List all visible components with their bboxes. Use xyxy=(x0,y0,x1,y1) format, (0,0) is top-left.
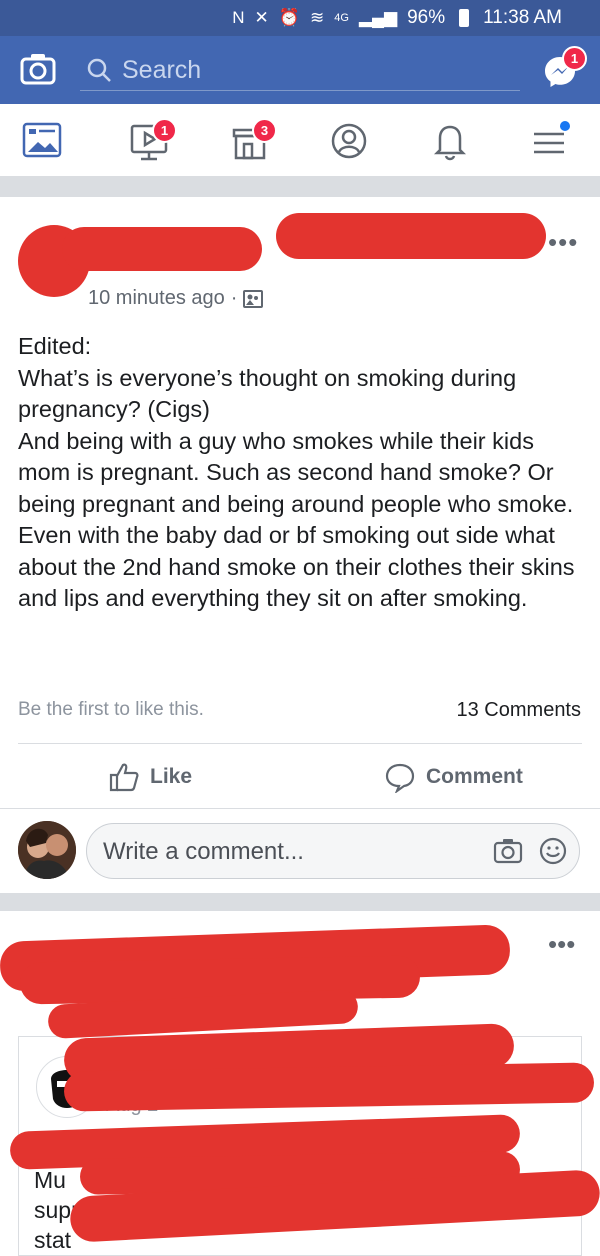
clock: 11:38 AM xyxy=(483,7,562,28)
menu-icon xyxy=(534,121,570,154)
group-privacy-icon xyxy=(243,289,264,308)
signal-icon: ▂▄▆ xyxy=(358,8,398,27)
nfc-icon: N xyxy=(232,8,245,27)
camera-icon xyxy=(20,54,56,85)
feed-post: ••• Aug 2 Mu supp stat xyxy=(0,911,600,1256)
current-user-avatar xyxy=(18,821,76,879)
messenger-badge: 1 xyxy=(562,46,587,71)
marketplace-badge: 3 xyxy=(252,118,277,143)
emoji-icon[interactable] xyxy=(539,837,567,865)
battery-icon xyxy=(459,9,470,27)
like-button[interactable]: Like xyxy=(108,761,192,793)
news-feed-icon xyxy=(22,122,62,158)
tab-watch[interactable]: 1 xyxy=(128,116,178,166)
user-photo xyxy=(18,821,76,879)
notifications-bell-icon xyxy=(433,125,467,161)
status-bar: N ✕ ⏰ ≋ 4G ▂▄▆ 96% 11:38 AM xyxy=(0,0,600,36)
network-type: 4G xyxy=(334,12,349,24)
search-placeholder: Search xyxy=(122,55,202,84)
watch-badge: 1 xyxy=(152,118,177,143)
meta-separator: · xyxy=(230,287,238,309)
camera-button[interactable] xyxy=(20,52,56,86)
feed-separator xyxy=(0,177,600,197)
tab-menu[interactable] xyxy=(528,116,578,166)
profile-icon xyxy=(331,123,367,159)
search-input[interactable]: Search xyxy=(80,50,520,91)
mute-icon: ✕ xyxy=(254,8,269,27)
divider xyxy=(18,743,582,744)
tab-news-feed[interactable] xyxy=(20,116,70,166)
more-options-button[interactable]: ••• xyxy=(548,227,578,258)
app-header: Search 1 xyxy=(0,36,600,104)
post-meta: 10 minutes ago · xyxy=(88,287,264,310)
tab-marketplace[interactable]: 3 xyxy=(228,116,278,166)
tab-profile[interactable] xyxy=(326,116,376,166)
more-options-button[interactable]: ••• xyxy=(548,929,575,960)
redaction-mark xyxy=(276,213,546,259)
redaction-mark xyxy=(62,227,262,271)
like-label: Like xyxy=(150,765,193,788)
comment-input[interactable]: Write a comment... xyxy=(86,823,580,879)
comments-count-link[interactable]: 13 Comments xyxy=(457,699,582,722)
tab-bar: 1 3 xyxy=(0,104,600,177)
comment-button[interactable]: Comment xyxy=(384,761,523,793)
alarm-icon: ⏰ xyxy=(278,8,300,27)
camera-icon[interactable] xyxy=(493,837,523,865)
comment-bubble-icon xyxy=(385,763,415,793)
reactions-summary[interactable]: Be the first to like this. xyxy=(18,699,204,721)
tab-notifications[interactable] xyxy=(428,116,478,166)
wifi-icon: ≋ xyxy=(309,8,325,27)
post-time: 10 minutes ago xyxy=(88,287,225,309)
comment-label: Comment xyxy=(426,765,523,788)
battery-percent: 96% xyxy=(407,7,446,28)
divider xyxy=(0,808,600,809)
messenger-button[interactable]: 1 xyxy=(542,46,587,90)
post-body: Edited: What’s is everyone’s thought on … xyxy=(18,333,575,611)
search-icon xyxy=(87,58,111,82)
thumbs-up-icon xyxy=(109,763,139,792)
feed-post: ••• 10 minutes ago · Edited: What’s is e… xyxy=(0,197,600,893)
feed-separator xyxy=(0,893,600,911)
comment-placeholder: Write a comment... xyxy=(103,838,304,865)
